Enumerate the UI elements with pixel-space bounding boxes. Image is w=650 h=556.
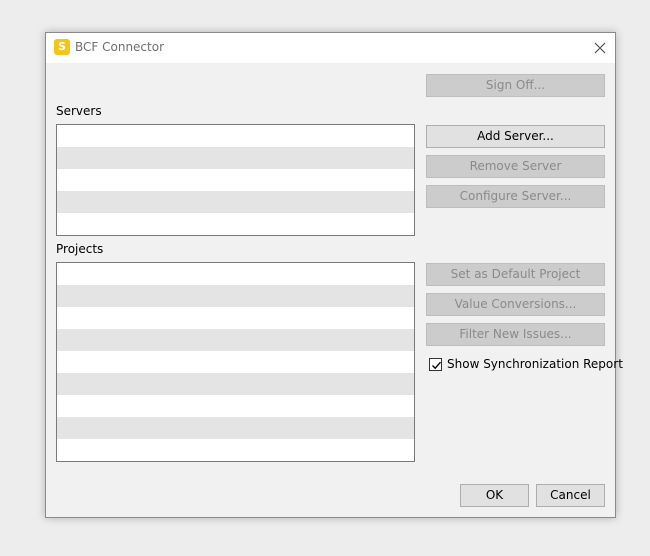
bcf-connector-dialog: S BCF Connector Sign Off... Servers Add …: [45, 32, 623, 518]
cancel-button[interactable]: Cancel: [536, 484, 605, 507]
remove-server-button[interactable]: Remove Server: [426, 155, 605, 178]
servers-label: Servers: [56, 104, 102, 118]
ok-button[interactable]: OK: [460, 484, 529, 507]
close-button[interactable]: [585, 33, 615, 63]
list-row[interactable]: [57, 351, 414, 373]
checkmark-icon: [432, 361, 442, 370]
list-row[interactable]: [57, 307, 414, 329]
title-bar[interactable]: S BCF Connector: [46, 33, 615, 63]
close-icon: [594, 42, 606, 54]
list-row[interactable]: [57, 395, 414, 417]
list-row[interactable]: [57, 191, 414, 213]
add-server-button[interactable]: Add Server...: [426, 125, 605, 148]
list-row[interactable]: [57, 373, 414, 395]
list-row[interactable]: [57, 439, 414, 461]
projects-label: Projects: [56, 242, 104, 256]
list-row[interactable]: [57, 263, 414, 285]
sign-off-button[interactable]: Sign Off...: [426, 74, 605, 97]
list-row[interactable]: [57, 169, 414, 191]
projects-list[interactable]: [56, 262, 415, 462]
set-default-project-button[interactable]: Set as Default Project: [426, 263, 605, 286]
value-conversions-button[interactable]: Value Conversions...: [426, 293, 605, 316]
list-row[interactable]: [57, 417, 414, 439]
list-row[interactable]: [57, 285, 414, 307]
list-row[interactable]: [57, 329, 414, 351]
filter-new-issues-button[interactable]: Filter New Issues...: [426, 323, 605, 346]
configure-server-button[interactable]: Configure Server...: [426, 185, 605, 208]
list-row[interactable]: [57, 147, 414, 169]
show-sync-report-checkbox[interactable]: [429, 358, 442, 371]
show-sync-report-label[interactable]: Show Synchronization Report: [447, 357, 623, 371]
list-row[interactable]: [57, 125, 414, 147]
window-title: BCF Connector: [75, 40, 165, 54]
app-logo-icon: S: [54, 39, 70, 55]
servers-list[interactable]: [56, 124, 415, 236]
list-row[interactable]: [57, 213, 414, 235]
